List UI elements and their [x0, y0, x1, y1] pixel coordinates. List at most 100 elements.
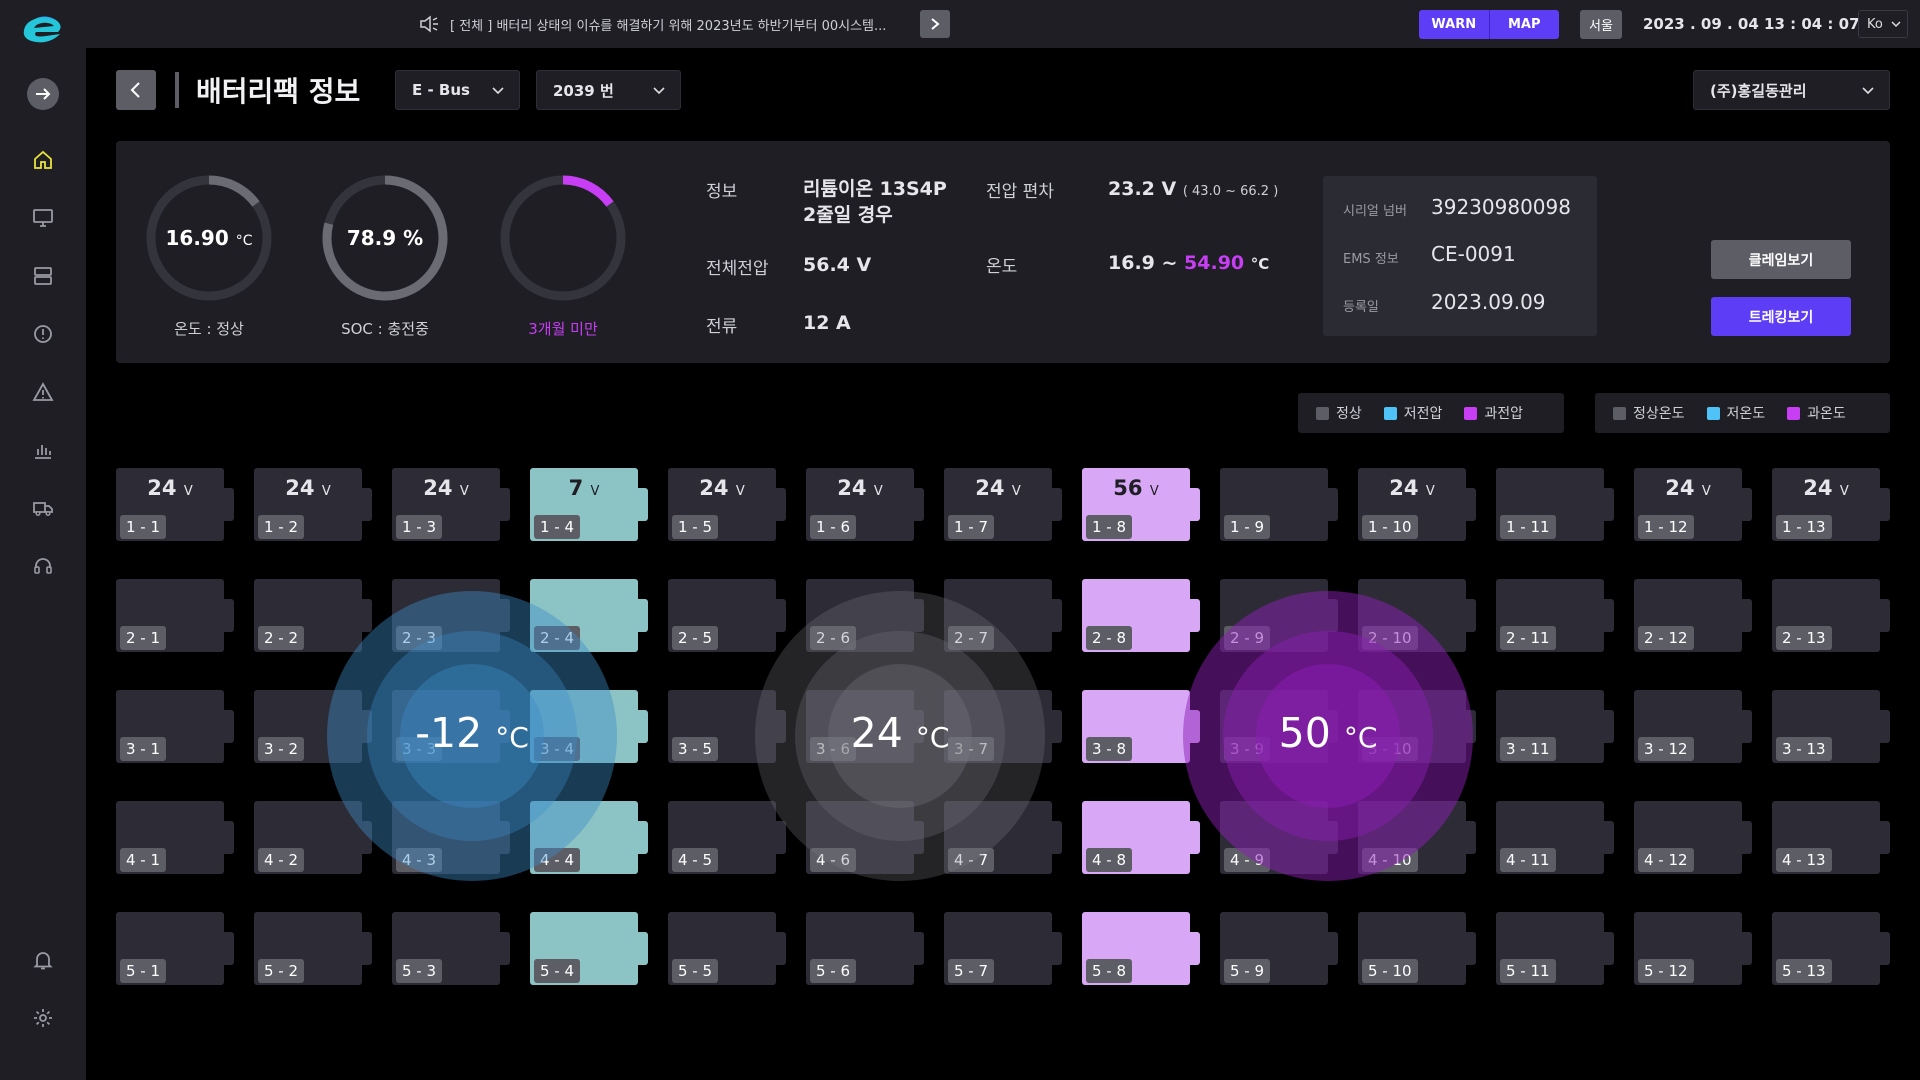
battery-cell-5-10[interactable]: 5 - 10 — [1358, 912, 1476, 985]
battery-cell-2-7[interactable]: 2 - 7 — [944, 579, 1062, 652]
battery-cell-4-1[interactable]: 4 - 1 — [116, 801, 234, 874]
cell-voltage: 24 V — [254, 476, 362, 500]
cell-label: 2 - 5 — [672, 626, 719, 650]
cell-terminal — [636, 599, 648, 632]
battery-cell-1-6[interactable]: 24 V 1 - 6 — [806, 468, 924, 541]
cell-label: 2 - 8 — [1086, 626, 1133, 650]
cell-label: 5 - 11 — [1500, 959, 1556, 983]
cell-terminal — [360, 821, 372, 854]
cell-label: 5 - 5 — [672, 959, 719, 983]
battery-cell-1-12[interactable]: 24 V 1 - 12 — [1634, 468, 1752, 541]
battery-cell-4-3[interactable]: 4 - 3 — [392, 801, 510, 874]
battery-cell-2-2[interactable]: 2 - 2 — [254, 579, 372, 652]
battery-cell-1-11[interactable]: 1 - 11 — [1496, 468, 1614, 541]
battery-cell-5-6[interactable]: 5 - 6 — [806, 912, 924, 985]
battery-cell-2-3[interactable]: 2 - 3 — [392, 579, 510, 652]
cell-label: 5 - 3 — [396, 959, 443, 983]
battery-cell-2-6[interactable]: 2 - 6 — [806, 579, 924, 652]
battery-cell-4-9[interactable]: 4 - 9 — [1220, 801, 1338, 874]
cell-terminal — [1326, 599, 1338, 632]
cell-terminal — [360, 599, 372, 632]
cell-voltage-unit: V — [590, 484, 600, 499]
cell-terminal — [1602, 599, 1614, 632]
battery-cell-2-1[interactable]: 2 - 1 — [116, 579, 234, 652]
battery-cell-1-8[interactable]: 56 V 1 - 8 — [1082, 468, 1200, 541]
cell-voltage: 56 V — [1082, 476, 1190, 500]
cell-label: 4 - 11 — [1500, 848, 1556, 872]
battery-cell-1-4[interactable]: 7 V 1 - 4 — [530, 468, 648, 541]
battery-cell-5-5[interactable]: 5 - 5 — [668, 912, 786, 985]
battery-cell-4-8[interactable]: 4 - 8 — [1082, 801, 1200, 874]
cell-terminal — [1050, 710, 1062, 743]
battery-cell-2-5[interactable]: 2 - 5 — [668, 579, 786, 652]
battery-cell-5-8[interactable]: 5 - 8 — [1082, 912, 1200, 985]
cell-terminal — [912, 599, 924, 632]
battery-cell-3-11[interactable]: 3 - 11 — [1496, 690, 1614, 763]
temp-zone-low-value: -12 °C — [327, 709, 617, 757]
battery-cell-5-11[interactable]: 5 - 11 — [1496, 912, 1614, 985]
battery-cell-4-7[interactable]: 4 - 7 — [944, 801, 1062, 874]
cell-label: 4 - 8 — [1086, 848, 1133, 872]
battery-cell-3-1[interactable]: 3 - 1 — [116, 690, 234, 763]
cell-terminal — [1188, 821, 1200, 854]
battery-cell-2-11[interactable]: 2 - 11 — [1496, 579, 1614, 652]
cell-label: 5 - 6 — [810, 959, 857, 983]
cell-voltage-value: 24 — [837, 476, 867, 500]
cell-label: 5 - 9 — [1224, 959, 1271, 983]
battery-cell-4-5[interactable]: 4 - 5 — [668, 801, 786, 874]
battery-cell-4-13[interactable]: 4 - 13 — [1772, 801, 1890, 874]
temp-zone-high-number: 50 — [1278, 709, 1331, 757]
battery-cell-2-9[interactable]: 2 - 9 — [1220, 579, 1338, 652]
cell-voltage-value: 7 — [568, 476, 584, 500]
cell-voltage-value: 24 — [1803, 476, 1833, 500]
battery-cell-4-6[interactable]: 4 - 6 — [806, 801, 924, 874]
cell-label: 1 - 3 — [396, 515, 443, 539]
cell-voltage-value: 24 — [285, 476, 315, 500]
battery-cell-2-8[interactable]: 2 - 8 — [1082, 579, 1200, 652]
cell-terminal — [498, 821, 510, 854]
cell-terminal — [636, 710, 648, 743]
battery-cell-1-7[interactable]: 24 V 1 - 7 — [944, 468, 1062, 541]
battery-cell-1-1[interactable]: 24 V 1 - 1 — [116, 468, 234, 541]
cell-label: 2 - 7 — [948, 626, 995, 650]
cell-label: 1 - 8 — [1086, 515, 1133, 539]
battery-cell-4-12[interactable]: 4 - 12 — [1634, 801, 1752, 874]
battery-cell-1-10[interactable]: 24 V 1 - 10 — [1358, 468, 1476, 541]
battery-cell-1-3[interactable]: 24 V 1 - 3 — [392, 468, 510, 541]
cell-voltage: 24 V — [1772, 476, 1880, 500]
battery-cell-5-9[interactable]: 5 - 9 — [1220, 912, 1338, 985]
battery-cell-grid: 24 V 1 - 1 24 V 1 - 2 24 V 1 - 3 7 V 1 - 4 24 V 1… — [0, 0, 1920, 1080]
battery-cell-1-13[interactable]: 24 V 1 - 13 — [1772, 468, 1890, 541]
battery-cell-5-2[interactable]: 5 - 2 — [254, 912, 372, 985]
battery-cell-4-11[interactable]: 4 - 11 — [1496, 801, 1614, 874]
battery-cell-2-13[interactable]: 2 - 13 — [1772, 579, 1890, 652]
cell-label: 2 - 3 — [396, 626, 443, 650]
battery-cell-5-12[interactable]: 5 - 12 — [1634, 912, 1752, 985]
battery-cell-2-4[interactable]: 2 - 4 — [530, 579, 648, 652]
battery-cell-3-12[interactable]: 3 - 12 — [1634, 690, 1752, 763]
battery-cell-4-2[interactable]: 4 - 2 — [254, 801, 372, 874]
battery-cell-5-7[interactable]: 5 - 7 — [944, 912, 1062, 985]
cell-terminal — [1464, 599, 1476, 632]
cell-label: 2 - 1 — [120, 626, 167, 650]
battery-cell-1-2[interactable]: 24 V 1 - 2 — [254, 468, 372, 541]
battery-cell-4-10[interactable]: 4 - 10 — [1358, 801, 1476, 874]
battery-cell-2-12[interactable]: 2 - 12 — [1634, 579, 1752, 652]
battery-cell-5-1[interactable]: 5 - 1 — [116, 912, 234, 985]
battery-cell-5-3[interactable]: 5 - 3 — [392, 912, 510, 985]
cell-terminal — [1464, 821, 1476, 854]
cell-terminal — [360, 932, 372, 965]
cell-label: 4 - 2 — [258, 848, 305, 872]
battery-cell-5-13[interactable]: 5 - 13 — [1772, 912, 1890, 985]
battery-cell-2-10[interactable]: 2 - 10 — [1358, 579, 1476, 652]
cell-label: 3 - 5 — [672, 737, 719, 761]
cell-voltage: 24 V — [116, 476, 224, 500]
cell-label: 3 - 11 — [1500, 737, 1556, 761]
battery-cell-3-13[interactable]: 3 - 13 — [1772, 690, 1890, 763]
cell-label: 1 - 10 — [1362, 515, 1418, 539]
battery-cell-1-5[interactable]: 24 V 1 - 5 — [668, 468, 786, 541]
battery-cell-5-4[interactable]: 5 - 4 — [530, 912, 648, 985]
cell-terminal — [1188, 932, 1200, 965]
battery-cell-4-4[interactable]: 4 - 4 — [530, 801, 648, 874]
battery-cell-1-9[interactable]: 1 - 9 — [1220, 468, 1338, 541]
